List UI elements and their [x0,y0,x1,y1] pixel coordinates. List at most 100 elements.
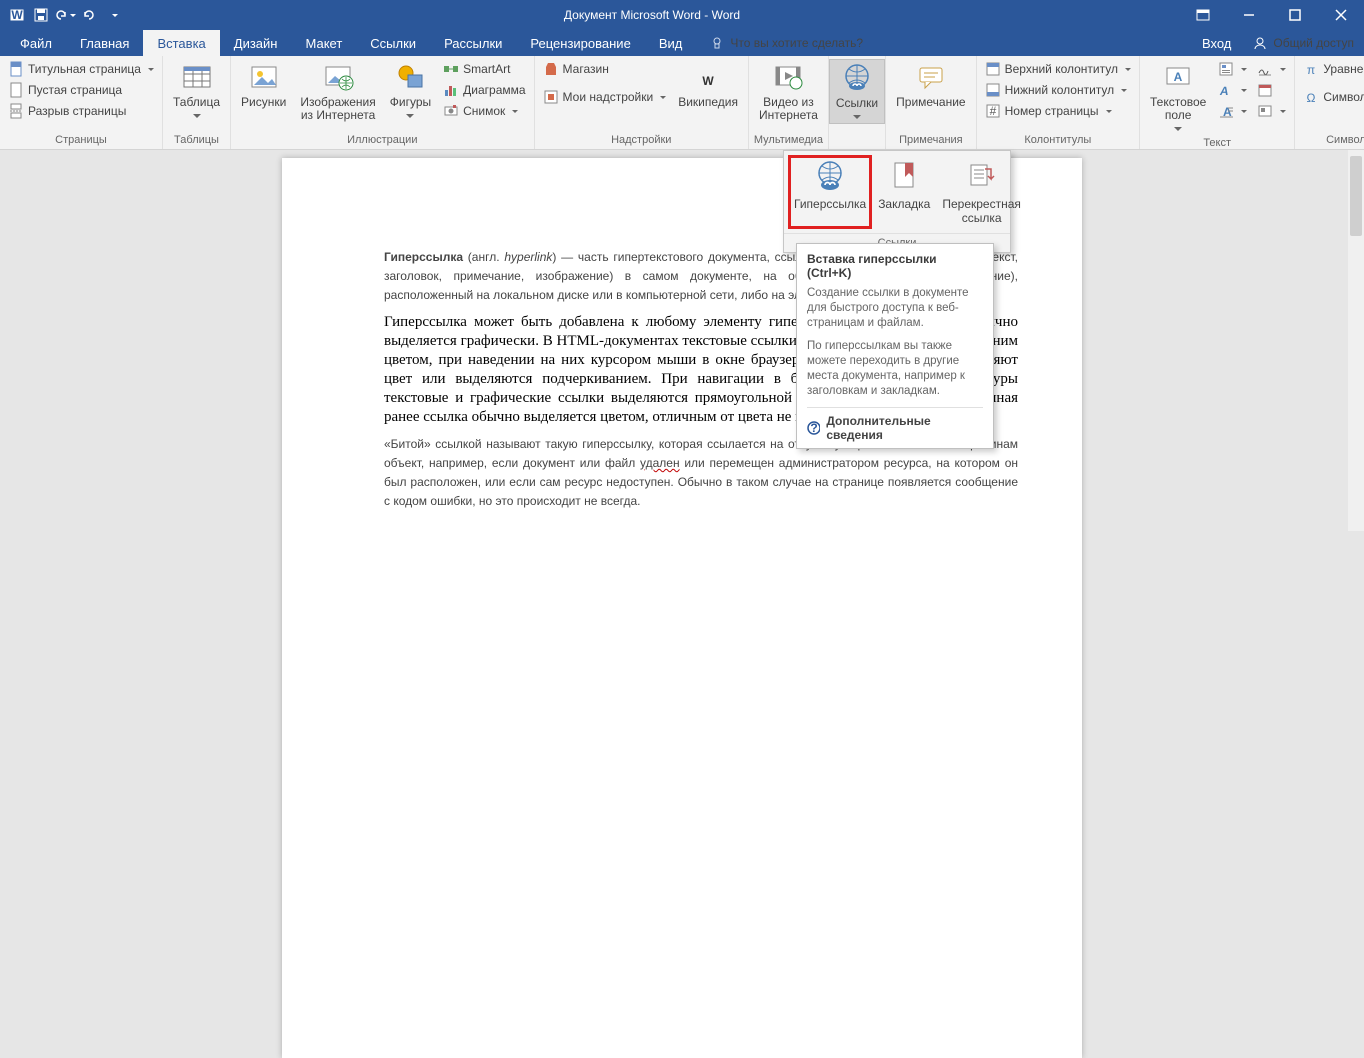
tell-me-label: Что вы хотите сделать? [730,36,863,50]
tab-file[interactable]: Файл [6,30,66,56]
symbol-button[interactable]: ΩСимвол [1299,87,1364,107]
online-pictures-button[interactable]: Изображения из Интернета [294,59,381,122]
svg-text:#: # [989,104,996,118]
header-button[interactable]: Верхний колонтитул [981,59,1135,79]
cover-page-icon [8,61,24,77]
textbox-icon: A [1162,61,1194,93]
titlebar: W Документ Microsoft Word - Word [0,0,1364,30]
page-break-button[interactable]: Разрыв страницы [4,101,158,121]
svg-text:?: ? [810,421,817,435]
save-icon[interactable] [30,4,52,26]
ribbon-display-icon[interactable] [1180,0,1226,30]
tab-home[interactable]: Главная [66,30,143,56]
smartart-icon [443,61,459,77]
footer-icon [985,82,1001,98]
chart-icon [443,82,459,98]
object-icon [1257,103,1273,119]
group-media: Видео из Интернета Мультимедиа [749,56,829,149]
links-dropdown-button[interactable]: Ссылки [829,59,885,124]
share-label: Общий доступ [1273,36,1354,50]
table-icon [181,61,213,93]
textbox-button[interactable]: AТекстовое поле [1144,59,1212,135]
group-text: AТекстовое поле A A Текст [1140,56,1295,149]
smartart-button[interactable]: SmartArt [439,59,529,79]
bookmark-button[interactable]: Закладка [872,155,936,229]
group-addins: Магазин Мои надстройки WВикипедия Надстр… [535,56,749,149]
screenshot-icon [443,103,459,119]
svg-text:W: W [702,74,714,88]
page-number-button[interactable]: #Номер страницы [981,101,1135,121]
chart-button[interactable]: Диаграмма [439,80,529,100]
svg-text:A: A [1174,70,1183,84]
tab-review[interactable]: Рецензирование [516,30,644,56]
comment-button[interactable]: Примечание [890,59,971,109]
online-video-button[interactable]: Видео из Интернета [753,59,824,122]
group-pages: Титульная страница Пустая страница Разры… [0,56,163,149]
screenshot-button[interactable]: Снимок [439,101,529,121]
word-app-icon[interactable]: W [6,4,28,26]
svg-text:W: W [11,8,23,22]
ribbon-tabs: Файл Главная Вставка Дизайн Макет Ссылки… [0,30,1364,56]
tooltip-body-1: Создание ссылки в документе для быстрого… [807,286,983,331]
pictures-icon [248,61,280,93]
close-button[interactable] [1318,0,1364,30]
tab-view[interactable]: Вид [645,30,697,56]
tab-design[interactable]: Дизайн [220,30,292,56]
redo-button[interactable] [78,4,100,26]
drop-cap-button[interactable]: A [1214,101,1251,121]
undo-button[interactable] [54,4,76,26]
scroll-thumb[interactable] [1350,156,1362,236]
hyperlink-button[interactable]: Гиперссылка [788,155,872,229]
qat-customize[interactable] [102,4,124,26]
shapes-button[interactable]: Фигуры [384,59,437,122]
cover-page-button[interactable]: Титульная страница [4,59,158,79]
crossref-button[interactable]: Перекрестная ссылка [936,155,1027,229]
blank-page-icon [8,82,24,98]
bookmark-icon [887,159,921,193]
group-links: Ссылки Ссылки [829,56,886,149]
tooltip-body-2: По гиперссылкам вы также можете переходи… [807,339,983,399]
group-tables: Таблица Таблицы [163,56,231,149]
tab-mailings[interactable]: Рассылки [430,30,516,56]
footer-button[interactable]: Нижний колонтитул [981,80,1135,100]
my-addins-button[interactable]: Мои надстройки [539,87,671,107]
vertical-scrollbar[interactable] [1348,150,1364,531]
svg-text:A: A [1219,84,1230,98]
hyperlink-icon [813,159,847,193]
help-icon: ? [807,421,820,435]
pictures-button[interactable]: Рисунки [235,59,292,109]
addins-icon [543,89,559,105]
object-button[interactable] [1253,101,1290,121]
table-button[interactable]: Таблица [167,59,226,122]
tab-references[interactable]: Ссылки [356,30,430,56]
signature-button[interactable] [1253,59,1290,79]
tooltip-more-info[interactable]: ? Дополнительные сведения [807,407,983,442]
links-dropdown-panel: Гиперссылка Закладка Перекрестная ссылка… [783,150,1011,253]
group-comments: Примечание Примечания [886,56,976,149]
page-break-icon [8,103,24,119]
window-title: Документ Microsoft Word - Word [124,8,1180,22]
date-time-button[interactable] [1253,80,1290,100]
store-button[interactable]: Магазин [539,59,671,79]
minimize-button[interactable] [1226,0,1272,30]
wordart-button[interactable]: A [1214,80,1251,100]
equation-icon: π [1303,61,1319,77]
quick-parts-icon [1218,61,1234,77]
maximize-button[interactable] [1272,0,1318,30]
share-button[interactable]: Общий доступ [1243,30,1364,56]
quick-parts-button[interactable] [1214,59,1251,79]
header-icon [985,61,1001,77]
links-icon [841,62,873,94]
tell-me[interactable]: Что вы хотите сделать? [696,30,877,56]
comment-icon [915,61,947,93]
ribbon: Титульная страница Пустая страница Разры… [0,56,1364,150]
sign-in[interactable]: Вход [1190,30,1243,56]
tab-layout[interactable]: Макет [291,30,356,56]
group-illustrations: Рисунки Изображения из Интернета Фигуры … [231,56,535,149]
equation-button[interactable]: πУравнение [1299,59,1364,79]
tooltip-title: Вставка гиперссылки (Ctrl+K) [807,252,983,280]
wikipedia-button[interactable]: WВикипедия [672,59,744,109]
drop-cap-icon: A [1218,103,1234,119]
tab-insert[interactable]: Вставка [143,30,219,56]
blank-page-button[interactable]: Пустая страница [4,80,158,100]
